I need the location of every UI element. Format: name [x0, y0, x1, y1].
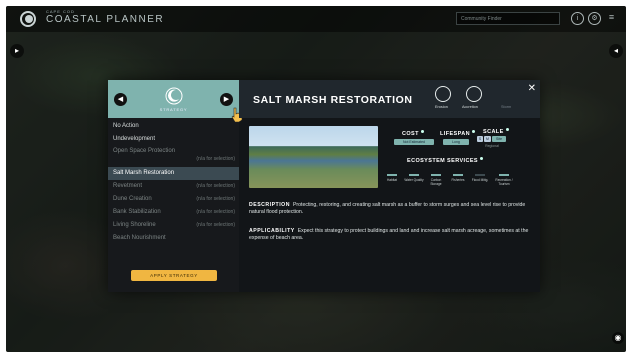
accretion-label: Accretion — [462, 105, 478, 109]
community-finder-input[interactable]: Community Finder — [456, 12, 560, 25]
strategy-item-label: Salt Marsh Restoration — [113, 170, 175, 176]
ecosystem-item-habitat: Habitat — [381, 174, 403, 182]
description-text: Protecting, restoring, and creating salt… — [249, 202, 526, 215]
scale-site: Site — [492, 136, 506, 142]
strategy-item-undevelopment[interactable]: Undevelopment — [108, 133, 239, 146]
strategy-header: ◀ STRATEGY ▶ — [108, 80, 239, 118]
detail-header: SALT MARSH RESTORATION Erosion Accretion… — [239, 80, 540, 118]
strategy-item-label: Bank Stabilization — [113, 209, 161, 215]
previous-strategy-icon[interactable]: ◀ — [114, 93, 127, 106]
strategy-item-living-shoreline[interactable]: Living Shoreline (n/a for selection) — [108, 219, 239, 232]
description-paragraph: DESCRIPTION Protecting, restoring, and cr… — [249, 202, 532, 216]
logo-icon — [20, 11, 36, 27]
apply-strategy-button[interactable]: APPLY STRATEGY — [131, 270, 217, 281]
ecosystem-item-flood-mitigation: Flood Mitig. — [469, 174, 491, 182]
strategy-item-label: Living Shoreline — [113, 222, 156, 228]
ecosystem-item-carbon-storage: Carbon Storage — [425, 174, 447, 186]
strategy-modal: ◀ STRATEGY ▶ No Action Undevelopment Ope… — [108, 80, 540, 292]
cost-value: Not Estimated — [394, 139, 434, 145]
strategy-item-note: (n/a for selection) — [196, 209, 235, 215]
cost-label: COST — [402, 130, 424, 137]
map-control-icon[interactable]: ◉ — [612, 332, 624, 344]
strategy-item-beach-nourishment[interactable]: Beach Nourishment — [108, 232, 239, 245]
strategy-item-label: Open Space Protection — [113, 148, 176, 154]
strategy-item-salt-marsh-restoration[interactable]: Salt Marsh Restoration — [108, 167, 239, 180]
strategy-item-label: No Action — [113, 123, 139, 129]
applicability-label: APPLICABILITY — [249, 228, 295, 234]
applicability-paragraph: APPLICABILITY Expect this strategy to pro… — [249, 228, 532, 242]
erosion-icon[interactable] — [435, 86, 451, 102]
strategy-detail-panel: SALT MARSH RESTORATION Erosion Accretion… — [239, 80, 540, 292]
next-strategy-icon[interactable]: ▶ — [220, 93, 233, 106]
info-icon[interactable]: i — [571, 12, 584, 25]
strategy-item-note: (n/a for selection) — [196, 222, 235, 228]
moon-strategy-icon — [165, 87, 183, 105]
info-dot-icon[interactable] — [420, 130, 424, 133]
scale-label: SCALE — [483, 128, 509, 135]
strategy-item-no-action[interactable]: No Action — [108, 120, 239, 133]
app-title: COASTAL PLANNER — [46, 14, 165, 25]
strategy-item-bank-stabilization[interactable]: Bank Stabilization (n/a for selection) — [108, 206, 239, 219]
strategy-item-label: Undevelopment — [113, 136, 156, 142]
info-dot-icon[interactable] — [472, 130, 475, 133]
info-dot-icon[interactable] — [479, 157, 483, 160]
lifespan-value: Long — [443, 139, 469, 145]
salt-marsh-photo — [249, 126, 378, 188]
top-bar: CAPE COD COASTAL PLANNER Community Finde… — [6, 6, 626, 32]
scale-regional: Regional — [485, 144, 499, 148]
strategy-title: SALT MARSH RESTORATION — [253, 94, 413, 106]
info-dot-icon[interactable] — [505, 128, 509, 131]
menu-icon[interactable]: ≡ — [605, 12, 618, 25]
strategy-item-label: Beach Nourishment — [113, 235, 166, 241]
ecosystem-item-recreation-tourism: Recreation / Tourism — [493, 174, 515, 186]
close-icon[interactable]: ✕ — [528, 83, 536, 94]
strategy-panel: ◀ STRATEGY ▶ No Action Undevelopment Ope… — [108, 80, 243, 292]
map-background[interactable]: CAPE COD COASTAL PLANNER Community Finde… — [6, 6, 626, 352]
ecosystem-services-label: ECOSYSTEM SERVICES — [407, 157, 483, 164]
strategy-item-note: (n/a for selection) — [196, 156, 235, 162]
ecosystem-item-fisheries: Fisheries — [447, 174, 469, 182]
description-label: DESCRIPTION — [249, 202, 290, 208]
storm-label: Storm — [501, 105, 512, 109]
strategy-list: No Action Undevelopment Open Space Prote… — [108, 120, 239, 245]
strategy-item-label: Revetment — [113, 183, 143, 189]
strategy-item-open-space-protection[interactable]: Open Space Protection (n/a for selection… — [108, 146, 239, 165]
right-panel-toggle-icon[interactable]: ◂ — [609, 44, 623, 58]
strategy-item-dune-creation[interactable]: Dune Creation (n/a for selection) — [108, 193, 239, 206]
accretion-icon[interactable] — [466, 86, 482, 102]
scale-m: M — [484, 136, 491, 142]
ecosystem-item-water-quality: Water Quality — [403, 174, 425, 182]
strategy-label: STRATEGY — [159, 107, 188, 112]
strategy-item-note: (n/a for selection) — [196, 196, 235, 202]
settings-icon[interactable]: ⚙ — [588, 12, 601, 25]
lifespan-label: LIFESPAN — [440, 130, 475, 137]
strategy-item-revetment[interactable]: Revetment (n/a for selection) — [108, 180, 239, 193]
left-panel-toggle-icon[interactable]: ▸ — [10, 44, 24, 58]
erosion-label: Erosion — [435, 105, 448, 109]
strategy-item-label: Dune Creation — [113, 196, 152, 202]
scale-s: S — [477, 136, 483, 142]
strategy-item-note: (n/a for selection) — [196, 183, 235, 189]
